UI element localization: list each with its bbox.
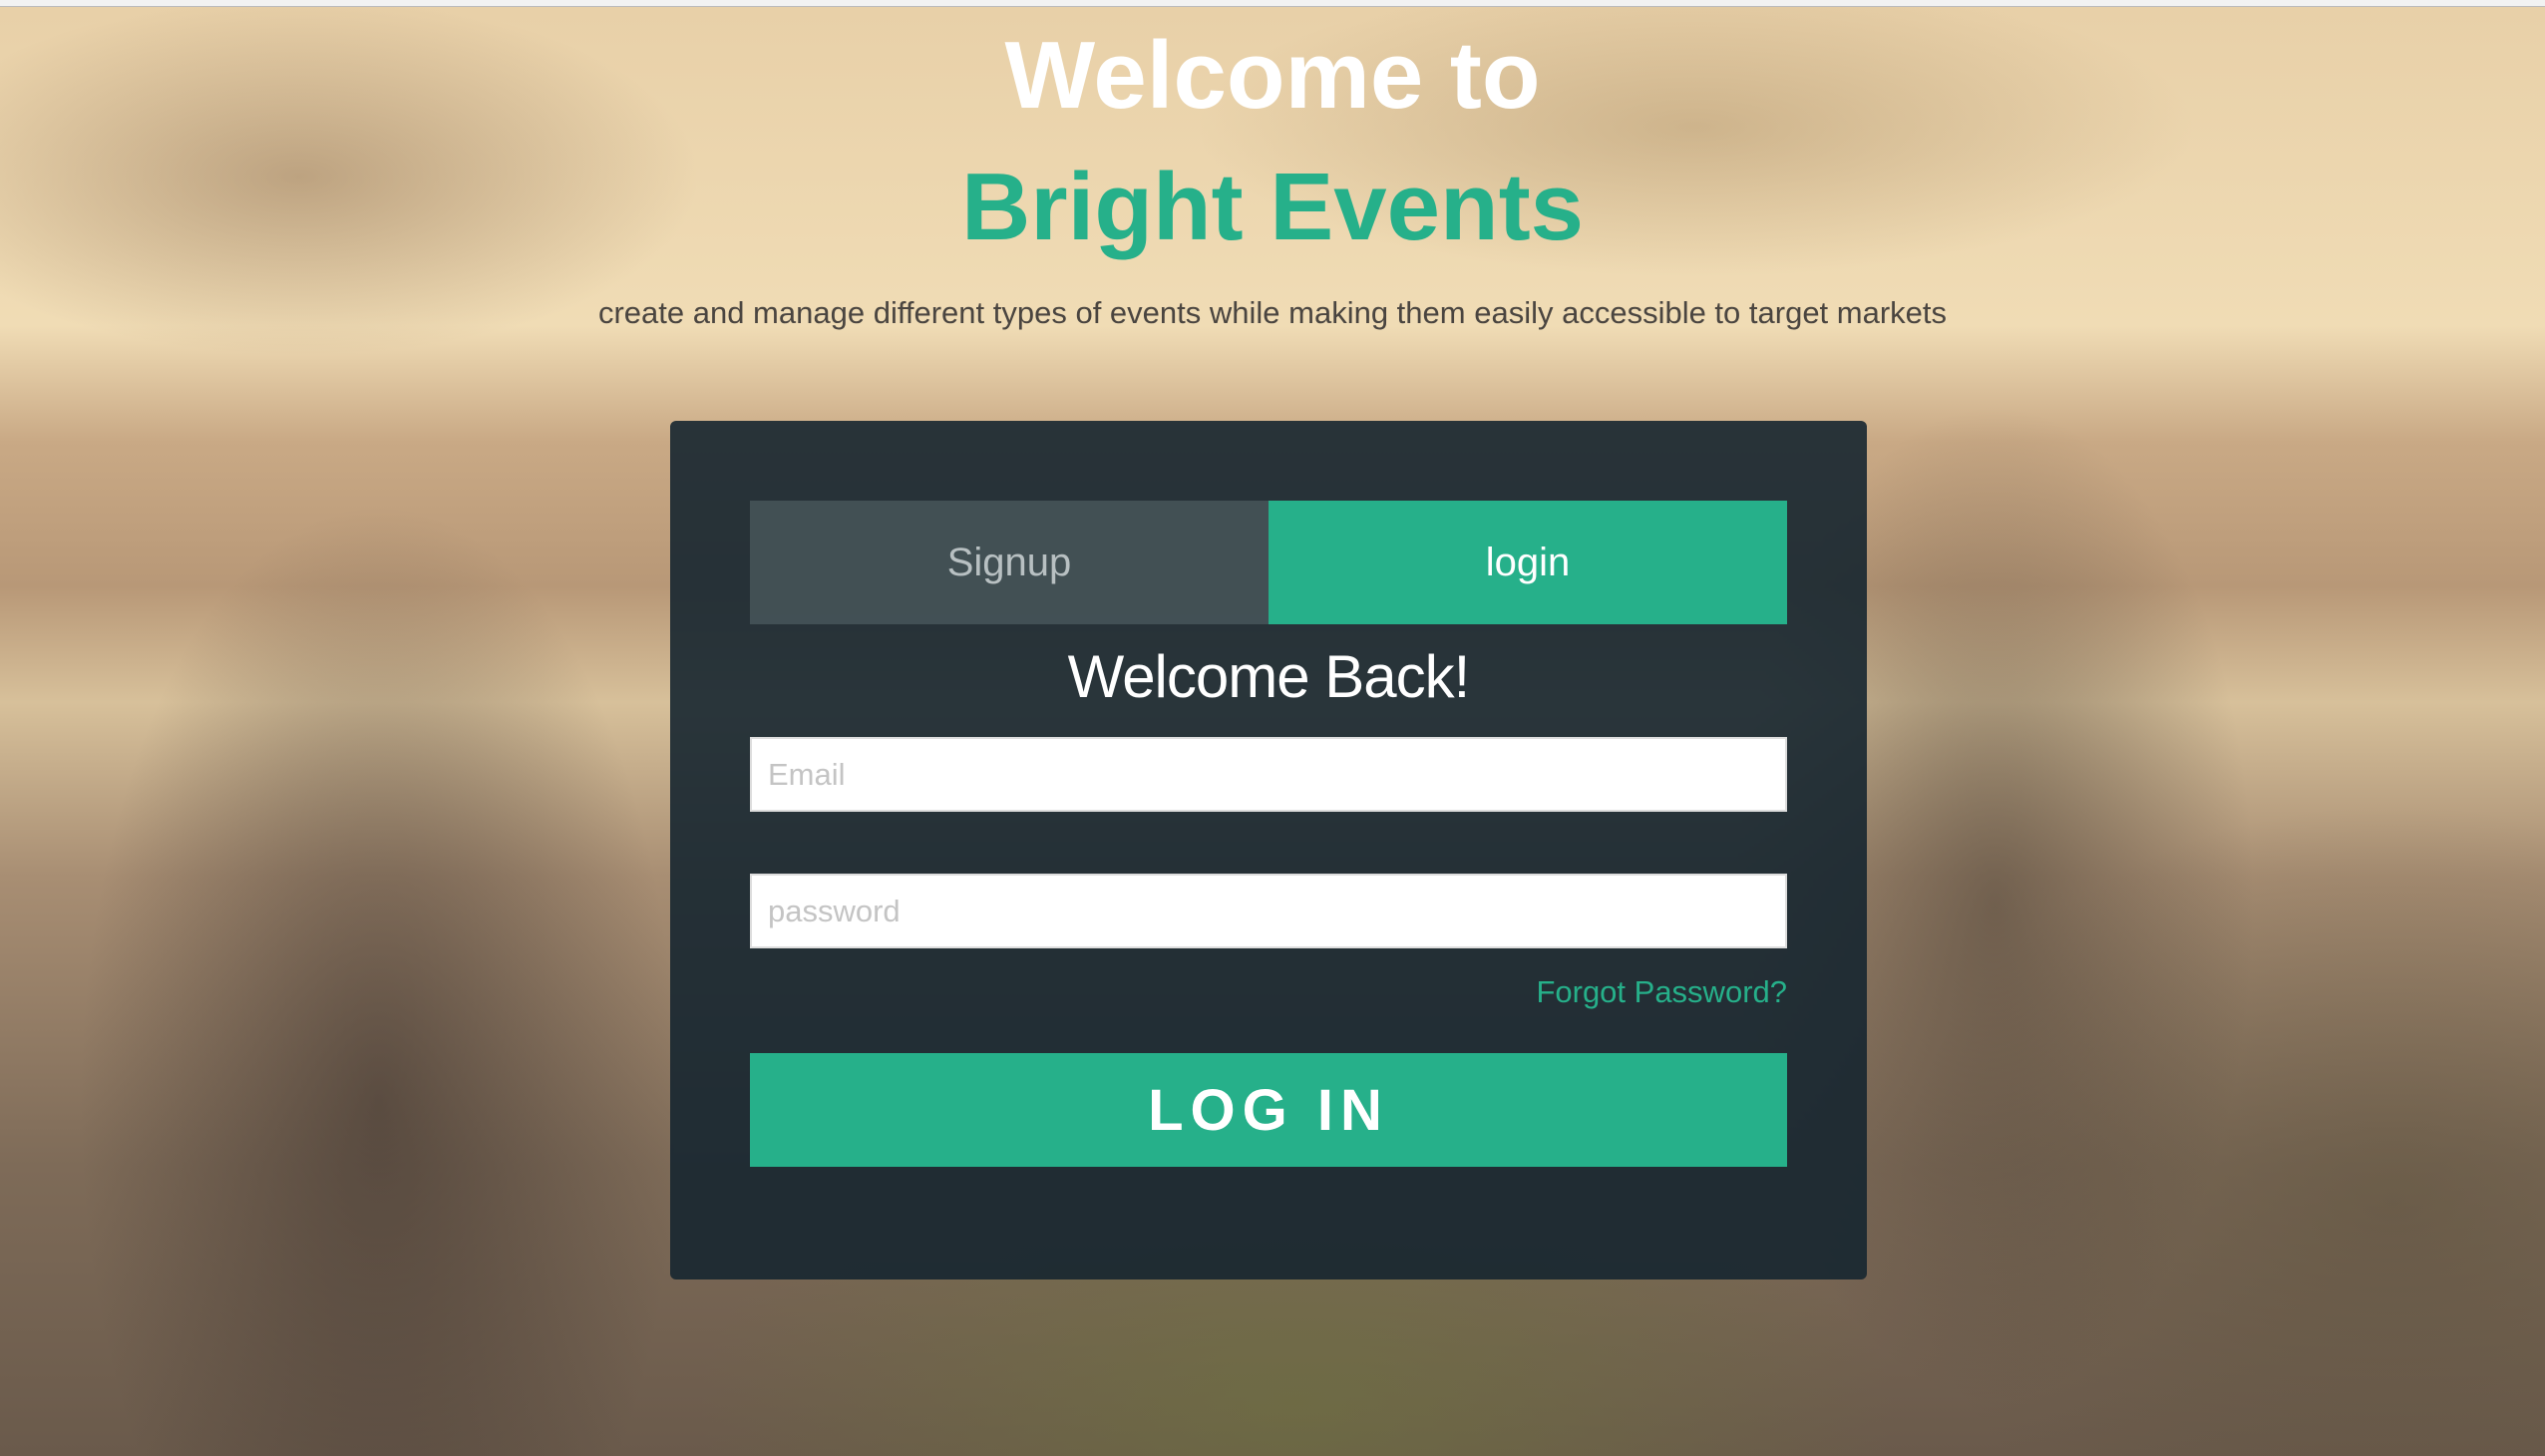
brand-title: Bright Events [960,154,1585,260]
hero-title: Welcome to [1004,22,1541,129]
email-input[interactable] [750,737,1787,812]
tab-signup[interactable]: Signup [750,501,1269,624]
password-input[interactable] [750,874,1787,948]
hero-subtitle: create and manage different types of eve… [597,295,1948,330]
form-heading: Welcome Back! [1067,643,1471,710]
forgot-password-link[interactable]: Forgot Password? [1536,974,1787,1010]
auth-tabs: Signup login [750,501,1787,624]
browser-top-bar [0,0,2545,7]
login-panel: Signup login Welcome Back! Forgot Passwo… [670,421,1867,1279]
login-button[interactable]: LOG IN [750,1053,1787,1167]
tab-login[interactable]: login [1269,501,1787,624]
